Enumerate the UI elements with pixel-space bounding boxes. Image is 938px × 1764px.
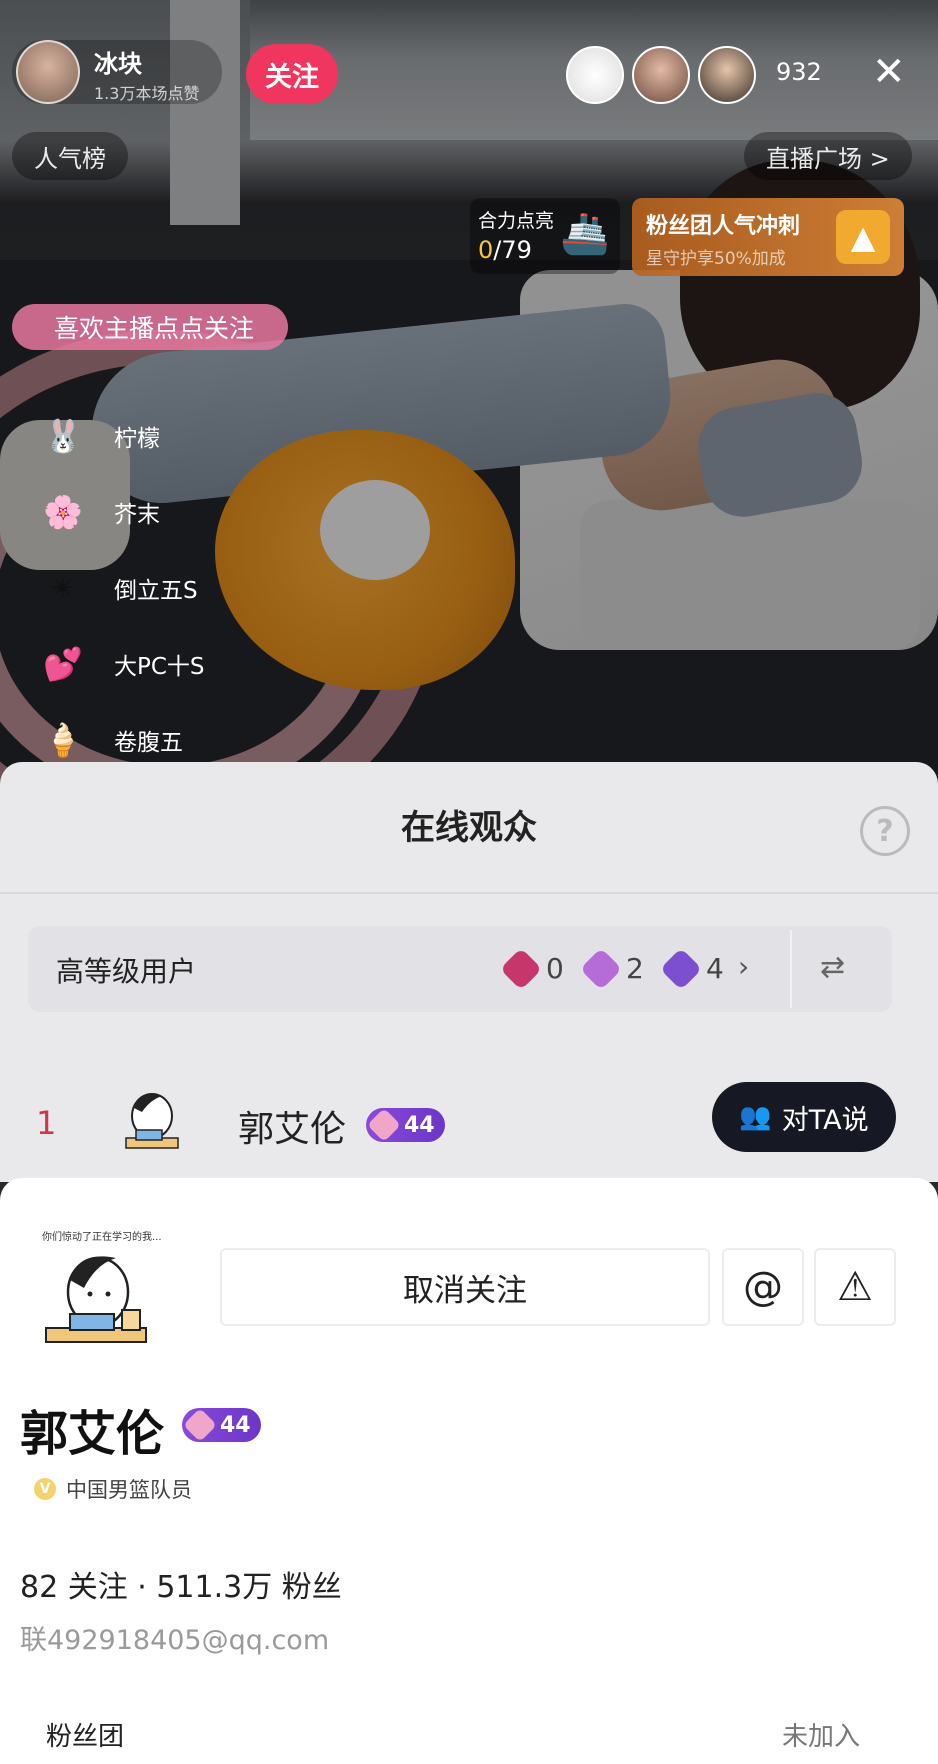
- like-prompt: 喜欢主播点点关注: [12, 304, 289, 350]
- help-icon[interactable]: ?: [860, 806, 910, 856]
- level-gem-icon: [183, 1408, 217, 1442]
- level-stat: 2: [579, 947, 644, 990]
- level-gem-icon: [499, 947, 543, 990]
- gift-label: 大PC十S: [114, 654, 205, 680]
- unfollow-button[interactable]: 取消关注: [220, 1248, 710, 1326]
- host-likes: 1.3万本场点赞: [94, 84, 200, 103]
- gift-item[interactable]: 🐰 柠檬: [36, 408, 160, 464]
- profile-name: 郭艾伦: [20, 1406, 165, 1462]
- gift-label: 卷腹五: [114, 730, 183, 756]
- rank-number: 1: [36, 1104, 57, 1142]
- gift-item[interactable]: 🌸 芥末: [36, 484, 160, 540]
- swap-icon[interactable]: ⇄: [820, 950, 845, 985]
- flower-icon: 🌸: [43, 493, 83, 531]
- host-avatar[interactable]: [16, 40, 80, 104]
- top-user-name[interactable]: 郭艾伦: [238, 1100, 346, 1152]
- gift-item[interactable]: ✴ 倒立五S: [36, 560, 198, 616]
- level-stat: 4: [659, 947, 724, 990]
- level-badge: 44: [182, 1408, 261, 1442]
- bunny-icon: 🐰: [43, 417, 83, 455]
- star-icon: ✴: [49, 569, 77, 607]
- gift-label: 柠檬: [114, 426, 160, 452]
- audience-title: 在线观众: [401, 808, 537, 848]
- viewer-count[interactable]: 932: [776, 58, 822, 86]
- host-name: 冰块: [94, 50, 142, 78]
- team-task-title: 合力点亮: [478, 210, 555, 232]
- viewer-avatar[interactable]: [698, 46, 756, 104]
- ship-icon: 🚢: [560, 211, 610, 257]
- hearts-icon: 💕: [43, 645, 83, 683]
- contact-info: 联492918405@qq.com: [20, 1625, 330, 1656]
- say-to-ta-button[interactable]: 👥 对TA说: [712, 1082, 896, 1152]
- fan-boost-title: 粉丝团人气冲刺: [646, 214, 801, 239]
- divider: [790, 930, 792, 1008]
- close-icon[interactable]: ✕: [872, 52, 906, 92]
- team-task-progress: 0/79: [478, 236, 532, 264]
- profile-avatar[interactable]: [36, 1228, 166, 1358]
- mention-icon[interactable]: @: [722, 1248, 804, 1326]
- gift-item[interactable]: 🍦 卷腹五: [36, 712, 183, 768]
- user-avatar[interactable]: [112, 1082, 192, 1162]
- verified-title: V 中国男篮队员: [34, 1474, 192, 1504]
- level-gem-icon: [579, 947, 623, 990]
- users-chat-icon: 👥: [739, 1102, 772, 1132]
- viewer-avatar[interactable]: [566, 46, 624, 104]
- chevron-right-icon: ›: [738, 950, 750, 983]
- high-level-users-label: 高等级用户: [56, 955, 197, 988]
- gift-item[interactable]: 💕 大PC十S: [36, 636, 205, 692]
- fan-boost-subtitle: 星守护享50%加成: [646, 249, 786, 269]
- level-badge: 44: [366, 1108, 445, 1142]
- report-icon[interactable]: ⚠: [814, 1248, 896, 1326]
- verified-icon: V: [34, 1478, 56, 1500]
- level-gem-icon: [367, 1108, 401, 1142]
- fan-club-status[interactable]: 未加入: [782, 1716, 860, 1753]
- cone-icon: 🍦: [43, 721, 83, 759]
- level-stat: 0: [499, 947, 564, 990]
- gift-label: 倒立五S: [114, 578, 198, 604]
- follow-button[interactable]: 关注: [246, 44, 338, 104]
- fan-club-label[interactable]: 粉丝团: [46, 1716, 124, 1753]
- follow-stats[interactable]: 82 关注 · 511.3万 粉丝: [20, 1562, 342, 1606]
- planet-icon: ▲: [836, 210, 890, 264]
- live-plaza-button[interactable]: 直播广场 >: [744, 132, 912, 180]
- viewer-avatar[interactable]: [632, 46, 690, 104]
- popularity-rank-button[interactable]: 人气榜: [12, 132, 128, 180]
- level-gem-icon: [659, 947, 703, 990]
- divider: [0, 892, 938, 894]
- gift-label: 芥末: [114, 502, 160, 528]
